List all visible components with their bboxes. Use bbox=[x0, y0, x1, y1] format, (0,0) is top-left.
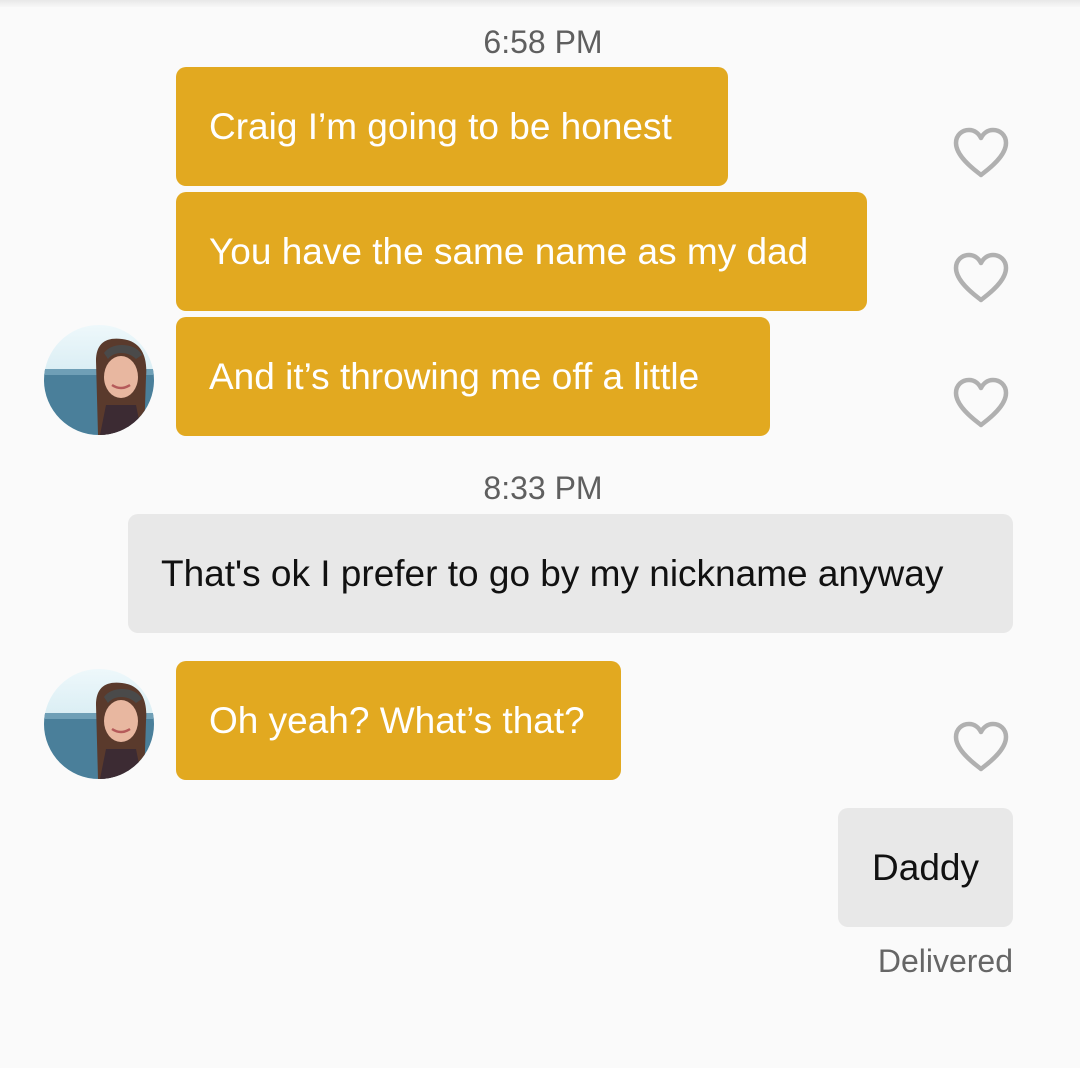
top-divider bbox=[0, 0, 1080, 7]
incoming-message-2[interactable]: You have the same name as my dad bbox=[176, 192, 867, 311]
incoming-message-3[interactable]: And it’s throwing me off a little bbox=[176, 317, 770, 436]
delivery-status: Delivered bbox=[877, 943, 1013, 979]
like-heart-icon[interactable] bbox=[952, 377, 1010, 429]
incoming-message-1[interactable]: Craig I’m going to be honest bbox=[176, 67, 728, 186]
like-heart-icon[interactable] bbox=[952, 721, 1010, 773]
incoming-message-4[interactable]: Oh yeah? What’s that? bbox=[176, 661, 621, 780]
outgoing-message-1[interactable]: That's ok I prefer to go by my nickname … bbox=[128, 514, 1013, 633]
timestamp-1: 6:58 PM bbox=[483, 24, 603, 60]
like-heart-icon[interactable] bbox=[952, 127, 1010, 179]
like-heart-icon[interactable] bbox=[952, 252, 1010, 304]
outgoing-message-2[interactable]: Daddy bbox=[838, 808, 1013, 927]
avatar[interactable] bbox=[44, 669, 154, 779]
avatar[interactable] bbox=[44, 325, 154, 435]
timestamp-2: 8:33 PM bbox=[483, 470, 603, 506]
